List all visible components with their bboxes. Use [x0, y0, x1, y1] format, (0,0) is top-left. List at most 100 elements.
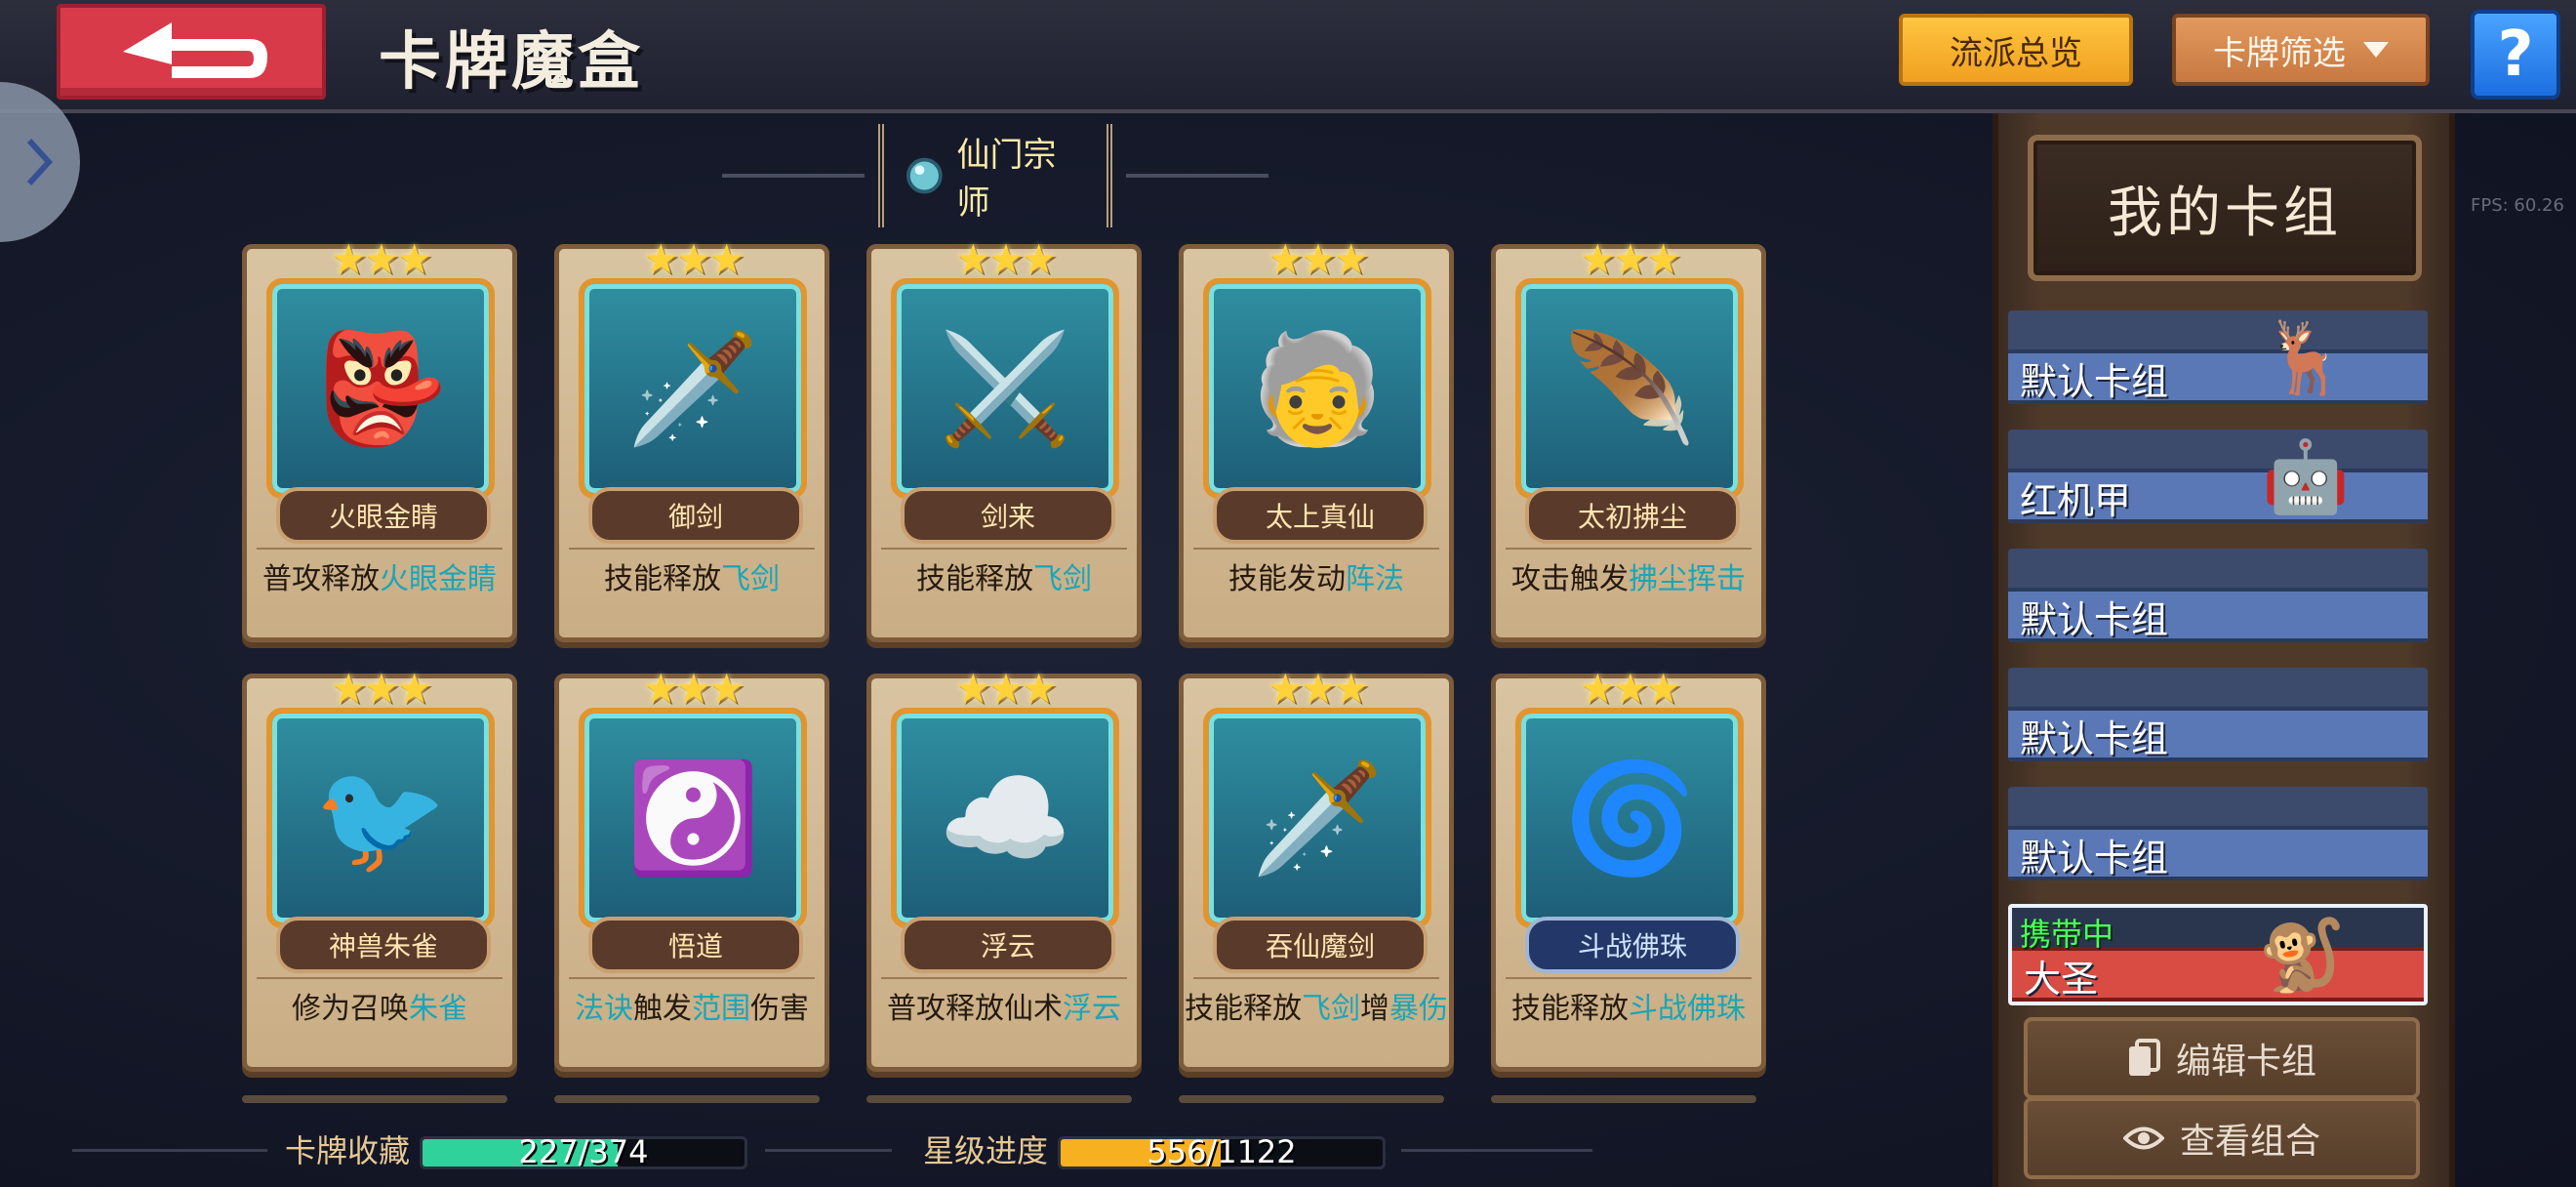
deck-slot-active[interactable]: 🐒 携带中 大圣: [2008, 904, 2428, 1005]
card-emblem-icon: 🗡️: [625, 326, 760, 451]
desc-highlight: 飞剑: [1033, 562, 1092, 596]
card-description: 普攻释放火眼金睛: [243, 555, 516, 604]
card-filter-button[interactable]: 卡牌筛选: [2172, 14, 2430, 86]
desc-highlight: 法诀: [575, 992, 633, 1026]
card-peek: [866, 1095, 1132, 1103]
card-filter-label: 卡牌筛选: [2213, 33, 2346, 73]
divider: [257, 977, 503, 979]
star-progress-text: 556/1122: [1147, 1136, 1297, 1169]
divider: [722, 174, 865, 178]
chevron-right-icon: [26, 138, 53, 186]
desc-text: 技能释放: [1185, 992, 1302, 1026]
card-peek: [554, 1095, 820, 1103]
desc-text: 普攻释放仙术: [887, 992, 1063, 1026]
desc-text: 修为召唤: [292, 992, 409, 1026]
desc-text: 技能释放: [1511, 992, 1629, 1026]
collection-progress-bar: 227/374: [420, 1136, 747, 1169]
card-emblem-icon: 🐦: [313, 756, 448, 880]
card[interactable]: ★★★ 🗡️ 御剑 技能释放飞剑: [554, 235, 829, 642]
card-art: 🧓: [1203, 278, 1431, 499]
card[interactable]: ★★★ 🐦 神兽朱雀 修为召唤朱雀: [242, 665, 517, 1072]
star-rating-icon: ★★★: [1267, 665, 1370, 713]
divider: [765, 1149, 892, 1152]
divider: [569, 977, 815, 979]
card[interactable]: ★★★ ☁️ 浮云 普攻释放仙术浮云: [866, 665, 1142, 1072]
section-header: 仙门宗师: [722, 124, 1269, 227]
star-rating-icon: ★★★: [330, 665, 433, 713]
collection-progress-text: 227/374: [518, 1136, 649, 1169]
card-emblem-icon: 🪶: [1562, 326, 1697, 451]
deck-slot[interactable]: 默认卡组: [2008, 787, 2428, 880]
card-description: 技能释放斗战佛珠: [1492, 985, 1765, 1034]
star-rating-icon: ★★★: [330, 235, 433, 283]
card[interactable]: ★★★ ☯️ 悟道 法诀触发范围伤害: [554, 665, 829, 1072]
deck-portrait-icon: [2213, 549, 2398, 642]
card-emblem-icon: 🌀: [1562, 756, 1697, 880]
back-button[interactable]: [57, 4, 326, 100]
deck-portrait-icon: [2213, 787, 2398, 880]
divider: [569, 548, 815, 550]
deck-name: 默认卡组: [2020, 360, 2169, 403]
view-combination-label: 查看组合: [2179, 1122, 2320, 1162]
card-emblem-icon: ☯️: [625, 756, 760, 880]
desc-text: 普攻释放: [262, 562, 380, 596]
deck-slot[interactable]: 🦌 默认卡组: [2008, 310, 2428, 404]
card-name: 剑来: [901, 487, 1115, 544]
deck-slot[interactable]: 默认卡组: [2008, 549, 2428, 642]
card-emblem-icon: ☁️: [938, 756, 1072, 880]
back-arrow-icon: [123, 22, 267, 78]
star-rating-icon: ★★★: [1267, 235, 1370, 283]
star-progress-label: 星级进度: [923, 1132, 1049, 1169]
card-peek: [1491, 1095, 1756, 1103]
card-name: 悟道: [588, 917, 803, 973]
desc-text: 增: [1360, 992, 1389, 1026]
card-name: 吞仙魔剑: [1213, 917, 1428, 973]
card-name: 火眼金睛: [276, 487, 491, 544]
card[interactable]: ★★★ ⚔️ 剑来技能释放飞剑: [866, 235, 1142, 642]
star-rating-icon: ★★★: [954, 665, 1058, 713]
divider: [1193, 548, 1439, 550]
edit-deck-button[interactable]: 编辑卡组: [2024, 1017, 2420, 1099]
desc-highlight: 浮云: [1063, 992, 1121, 1026]
deck-slot[interactable]: 默认卡组: [2008, 668, 2428, 761]
card[interactable]: ★★★ 🧓 太上真仙 技能发动阵法: [1179, 235, 1454, 642]
card[interactable]: ★★★ 🌀 斗战佛珠 技能释放斗战佛珠: [1491, 665, 1766, 1072]
card-description: 修为召唤朱雀: [243, 985, 516, 1034]
card[interactable]: ★★★ 🗡️ 吞仙魔剑技能释放飞剑增暴伤: [1179, 665, 1454, 1072]
deck-panel-title: 我的卡组: [2028, 135, 2422, 281]
desc-text: 伤害: [750, 992, 809, 1026]
deck-slot[interactable]: 🤖 红机甲: [2008, 430, 2428, 523]
card[interactable]: ★★★ 👺 火眼金睛普攻释放火眼金睛: [242, 235, 517, 642]
view-combination-button[interactable]: 查看组合: [2024, 1097, 2420, 1179]
chevron-down-icon: [2363, 42, 2389, 58]
school-overview-button[interactable]: 流派总览: [1899, 14, 2133, 86]
card-name: 浮云: [901, 917, 1115, 973]
card-description: 技能释放飞剑: [867, 555, 1141, 604]
card-emblem-icon: 🗡️: [1250, 756, 1385, 880]
card-art: 🐦: [266, 708, 495, 928]
card-name: 太上真仙: [1213, 487, 1428, 544]
deck-name: 默认卡组: [2020, 837, 2169, 880]
card-description: 技能释放飞剑增暴伤: [1180, 985, 1453, 1034]
deck-portrait-icon: 🤖: [2262, 434, 2350, 517]
card-description: 法诀触发范围伤害: [555, 985, 828, 1034]
desc-text: 技能释放: [916, 562, 1033, 596]
card[interactable]: ★★★ 🪶 太初拂尘 攻击触发拂尘挥击: [1491, 235, 1766, 642]
card-art: ⚔️: [891, 278, 1119, 499]
divider: [1506, 548, 1751, 550]
star-rating-icon: ★★★: [954, 235, 1058, 283]
desc-highlight: 飞剑: [721, 562, 780, 596]
card-art: ☯️: [579, 708, 807, 928]
desc-text: 触发: [633, 992, 692, 1026]
card-name: 斗战佛珠: [1525, 917, 1740, 973]
star-progress-bar: 556/1122: [1058, 1136, 1386, 1169]
help-button[interactable]: ?: [2471, 10, 2560, 100]
card-emblem-icon: 👺: [313, 326, 448, 451]
collection-label: 卡牌收藏: [285, 1132, 411, 1169]
card-art: 🌀: [1515, 708, 1744, 928]
card-emblem-icon: 🧓: [1250, 326, 1385, 451]
desc-highlight: 暴伤: [1389, 992, 1448, 1026]
divider: [881, 548, 1127, 550]
fps-counter: FPS: 60.26: [2471, 195, 2564, 216]
star-rating-icon: ★★★: [642, 235, 745, 283]
